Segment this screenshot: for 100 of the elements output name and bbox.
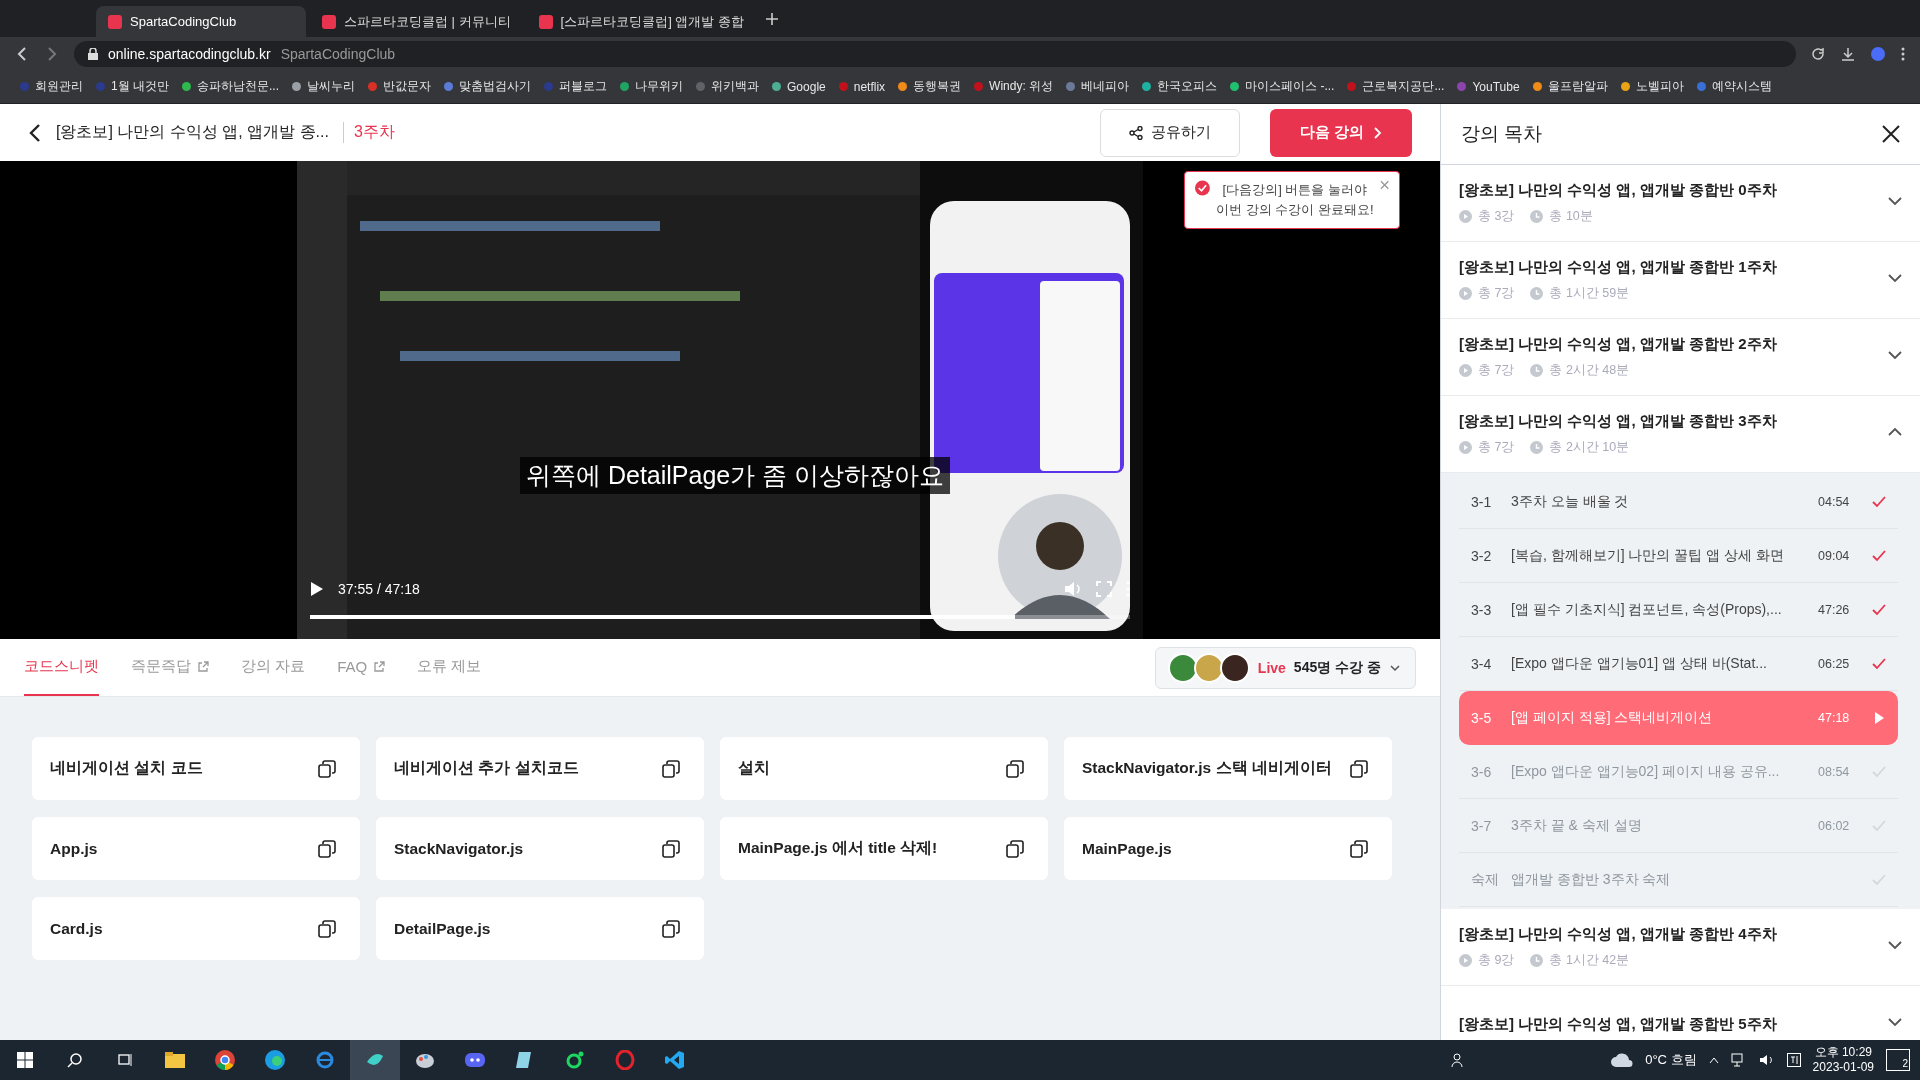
bookmark[interactable]: 퍼블로그 — [544, 78, 608, 95]
bookmark[interactable]: 울프람알파 — [1532, 78, 1608, 95]
refresh-icon[interactable] — [1810, 45, 1826, 62]
code-snippet-card[interactable]: App.js — [32, 817, 360, 880]
code-snippet-card[interactable]: 네비게이션 추가 설치코드 — [376, 737, 704, 800]
copy-icon[interactable] — [662, 919, 680, 938]
copy-icon[interactable] — [662, 759, 680, 778]
bookmark[interactable]: 예약시스템 — [1696, 78, 1772, 95]
snippet-title: StackNavigator.js 스택 네비게이터 — [1082, 758, 1332, 778]
bookmark[interactable]: 반값문자 — [368, 78, 432, 95]
snippet-title: MainPage.js — [1082, 839, 1172, 858]
bookmark[interactable]: 송파하남천문... — [182, 78, 280, 95]
week-section[interactable]: [왕초보] 나만의 수익성 앱, 앱개발 종합반 0주차 총 3강 총 10분 — [1441, 165, 1920, 242]
check-icon — [1872, 818, 1886, 833]
download-icon[interactable] — [1840, 45, 1856, 62]
code-snippet-card[interactable]: MainPage.js — [1064, 817, 1392, 880]
code-snippet-card[interactable]: DetailPage.js — [376, 897, 704, 960]
play-icon — [1459, 441, 1472, 454]
lesson-count: 총 3강 — [1478, 208, 1515, 225]
section-title: [왕초보] 나만의 수익성 앱, 앱개발 종합반 2주차 — [1459, 335, 1778, 354]
profile-icon[interactable] — [1870, 45, 1886, 62]
bookmark[interactable]: 베네피아 — [1066, 78, 1130, 95]
total-duration: 총 2시간 48분 — [1549, 362, 1630, 379]
close-icon[interactable] — [1882, 125, 1900, 143]
bookmark[interactable]: 노벨피아 — [1620, 78, 1684, 95]
copy-icon[interactable] — [318, 759, 336, 778]
clock-icon — [1530, 210, 1544, 223]
bookmark[interactable]: Windy: 위성 — [974, 78, 1054, 95]
bookmark[interactable]: Google — [772, 79, 826, 94]
volume-icon[interactable] — [1758, 1053, 1775, 1067]
total-duration: 총 10분 — [1549, 208, 1593, 225]
browser-tab[interactable]: [스파르타코딩클럽] 앱개발 종합 — [526, 6, 757, 37]
clock-icon — [1530, 441, 1544, 454]
bookmark[interactable]: 위키백과 — [696, 78, 760, 95]
lesson-item[interactable]: 3-3 [앱 필수 기초지식] 컴포넌트, 속성(Props),... 47:26 — [1459, 583, 1898, 637]
lesson-count: 총 7강 — [1478, 285, 1515, 302]
next-lesson-button[interactable]: 다음 강의 — [1270, 108, 1412, 157]
snippet-title: DetailPage.js — [394, 919, 491, 938]
copy-icon[interactable] — [1006, 839, 1024, 858]
browser-tab[interactable]: SpartaCodingClub — [96, 6, 306, 37]
address-bar[interactable]: online.spartacodingclub.kr SpartaCodingClub — [74, 40, 1796, 67]
clock-icon — [1530, 954, 1544, 967]
lesson-item[interactable]: 3-1 3주차 오늘 배울 것 04:54 — [1459, 475, 1898, 529]
code-snippet-card[interactable]: StackNavigator.js 스택 네비게이터 — [1064, 737, 1392, 800]
notification-button[interactable]: 2 — [1886, 1049, 1910, 1071]
week-section[interactable]: [왕초보] 나만의 수익성 앱, 앱개발 종합반 1주차 총 7강 총 1시간 59분 — [1441, 242, 1920, 319]
menu-icon[interactable] — [1900, 45, 1906, 62]
copy-icon[interactable] — [318, 839, 336, 858]
app-icon[interactable] — [350, 1040, 400, 1080]
copy-icon[interactable] — [318, 919, 336, 938]
live-viewers-button[interactable]: Live 545명 수강 중 — [1154, 646, 1416, 689]
windows-start-icon[interactable] — [17, 1052, 33, 1068]
section-title: [왕초보] 나만의 수익성 앱, 앱개발 종합반 0주차 — [1459, 181, 1778, 200]
bookmark[interactable]: netflix — [838, 79, 886, 94]
copy-icon[interactable] — [1350, 839, 1368, 858]
code-snippet-card[interactable]: StackNavigator.js — [376, 817, 704, 880]
bookmark[interactable]: 마이스페이스 -... — [1230, 78, 1335, 95]
check-icon — [1872, 656, 1886, 671]
lesson-count: 총 7강 — [1478, 439, 1515, 456]
copy-icon[interactable] — [1006, 759, 1024, 778]
ime-icon[interactable] — [1786, 1053, 1801, 1067]
bookmark[interactable]: 동행복권 — [898, 78, 962, 95]
play-icon — [1459, 954, 1472, 967]
clock-time[interactable]: 오후 10:29 — [1814, 1045, 1872, 1060]
check-icon — [1872, 872, 1886, 887]
share-button[interactable]: 공유하기 — [1100, 108, 1240, 157]
browser-tab[interactable]: 스파르타코딩클럽 | 커뮤니티 — [310, 6, 523, 37]
code-snippet-card[interactable]: MainPage.js 에서 title 삭제! — [720, 817, 1048, 880]
back-icon[interactable] — [28, 122, 42, 143]
check-icon — [1872, 494, 1886, 509]
lesson-item[interactable]: 3-2 [복습, 함께해보기] 나만의 꿀팁 앱 상세 화면 09:04 — [1459, 529, 1898, 583]
play-icon — [1459, 210, 1472, 223]
progress-bar[interactable] — [310, 615, 1130, 619]
copy-icon[interactable] — [1350, 759, 1368, 778]
code-snippet-card[interactable]: Card.js — [32, 897, 360, 960]
bookmark[interactable]: 한국오피스 — [1142, 78, 1218, 95]
clock-icon — [1530, 287, 1544, 300]
video-time: 37:55 / 47:18 — [338, 581, 420, 597]
play-icon — [1872, 711, 1886, 725]
caret-icon[interactable] — [1708, 1056, 1719, 1064]
course-title: [왕초보] 나만의 수익성 앱, 앱개발 종... — [56, 122, 329, 142]
code-snippet-card[interactable]: 네비게이션 설치 코드 — [32, 737, 360, 800]
snippet-title: StackNavigator.js — [394, 839, 524, 858]
play-icon[interactable] — [310, 581, 324, 597]
bookmark[interactable]: 맞춤법검사기 — [444, 78, 532, 95]
bookmark[interactable]: YouTube — [1457, 79, 1520, 94]
week-section[interactable]: [왕초보] 나만의 수익성 앱, 앱개발 종합반 2주차 총 7강 총 2시간 48분 — [1441, 319, 1920, 396]
new-tab-icon[interactable] — [766, 12, 779, 25]
weather-text[interactable]: 0°C 흐림 — [1645, 1051, 1697, 1069]
bookmark[interactable]: 날씨누리 — [292, 78, 356, 95]
bookmark[interactable]: 나무위키 — [620, 78, 684, 95]
bookmark[interactable]: 근로복지공단... — [1347, 78, 1445, 95]
clock-icon — [1530, 364, 1544, 377]
code-snippet-card[interactable]: 설치 — [720, 737, 1048, 800]
check-icon — [1872, 602, 1886, 617]
clock-date[interactable]: 2023-01-09 — [1812, 1060, 1874, 1075]
bookmark[interactable]: 회원관리 — [20, 78, 83, 95]
bookmark[interactable]: 1월 내것만 — [96, 78, 169, 95]
copy-icon[interactable] — [662, 839, 680, 858]
week-section[interactable]: [왕초보] 나만의 수익성 앱, 앱개발 종합반 4주차 총 9강 총 1시간 42분 — [1441, 909, 1920, 986]
